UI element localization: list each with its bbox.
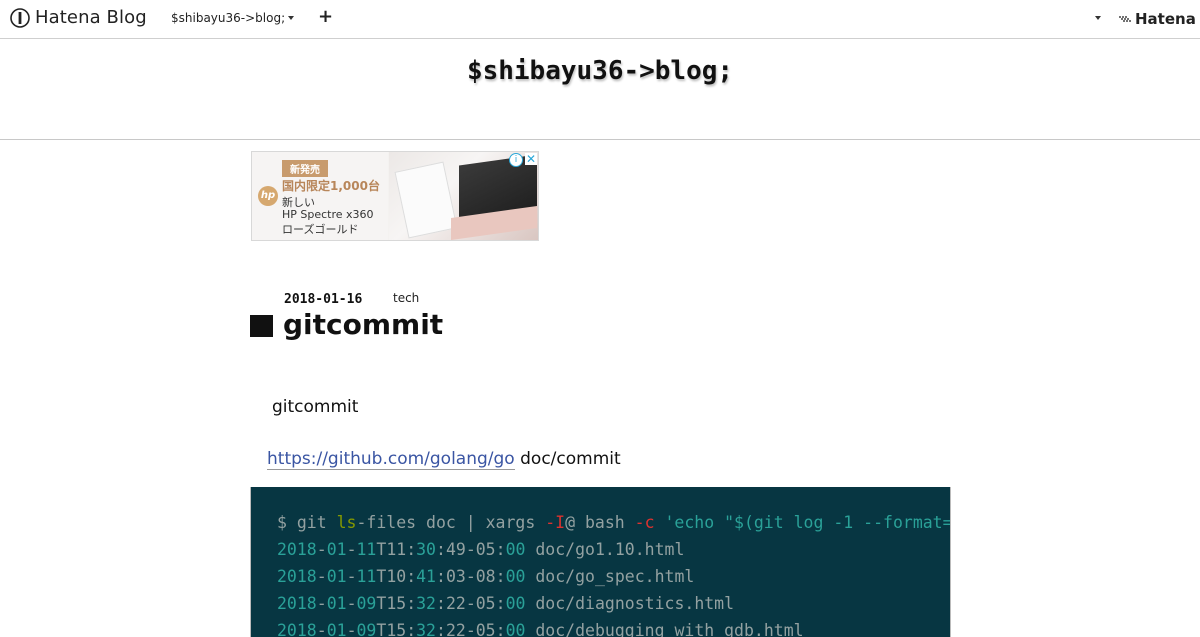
code-block: $ git ls-files doc | xargs -I@ bash -c '… <box>250 487 951 637</box>
hatena-logo-icon <box>1119 16 1131 22</box>
chevron-down-icon <box>288 16 295 20</box>
hp-logo-icon: hp <box>258 186 278 206</box>
ad-badge: 新発売 <box>282 160 328 177</box>
blog-selector[interactable]: $shibayu36->blog; <box>171 11 295 25</box>
ad-line-1: 国内限定1,000台 <box>282 179 380 193</box>
entry-date[interactable]: 2018-01-16 <box>284 292 362 307</box>
global-header: Hatena Blog $shibayu36->blog; + Hatena <box>0 0 1200 39</box>
blog-title[interactable]: $shibayu36->blog; <box>0 56 1200 86</box>
new-entry-button[interactable]: + <box>318 7 333 27</box>
ad-close-icon[interactable]: ✕ <box>525 153 537 165</box>
code-output-row: 2018-01-11T10:41:03-08:00 doc/go_spec.ht… <box>277 567 695 586</box>
hatena-menu-label: Hatena <box>1135 10 1196 28</box>
header-divider <box>0 139 1200 140</box>
notebook-image <box>394 161 458 239</box>
advertisement-banner[interactable]: 新発売 hp 国内限定1,000台 新しい HP Spectre x360 ロー… <box>251 151 539 241</box>
entry-paragraph: gitcommit <box>272 397 359 417</box>
entry-paragraph-link-line: https://github.com/golang/go doc/commit <box>267 449 621 470</box>
account-menu-chevron-icon[interactable] <box>1095 16 1101 20</box>
entry-category[interactable]: tech <box>393 291 419 305</box>
blog-selector-label: $shibayu36->blog; <box>171 11 286 25</box>
hatena-blog-logo[interactable]: Hatena Blog <box>10 7 147 28</box>
github-link[interactable]: https://github.com/golang/go <box>267 449 515 470</box>
ad-line-3: HP Spectre x360 <box>282 208 374 221</box>
ad-info-icon[interactable]: i <box>509 153 523 167</box>
hatena-blog-logo-icon <box>10 7 30 28</box>
ad-line-4: ローズゴールド <box>282 223 359 236</box>
title-square-icon <box>250 315 273 337</box>
entry-title[interactable]: gitcommit <box>283 308 443 341</box>
code-output-row: 2018-01-09T15:32:22-05:00 doc/diagnostic… <box>277 594 735 613</box>
code-content: $ git ls-files doc | xargs -I@ bash -c '… <box>251 487 950 637</box>
link-suffix-text: doc/commit <box>514 449 621 469</box>
code-line-command: $ git ls-files doc | xargs -I@ bash -c '… <box>277 513 951 532</box>
ad-text-panel: 新発売 hp 国内限定1,000台 新しい HP Spectre x360 ロー… <box>252 152 388 240</box>
code-output-row: 2018-01-11T11:30:49-05:00 doc/go1.10.htm… <box>277 540 685 559</box>
hatena-menu-button[interactable]: Hatena <box>1118 10 1196 28</box>
code-output-row: 2018-01-09T15:32:22-05:00 doc/debugging_… <box>277 621 804 637</box>
hatena-blog-logo-text: Hatena Blog <box>35 7 147 28</box>
